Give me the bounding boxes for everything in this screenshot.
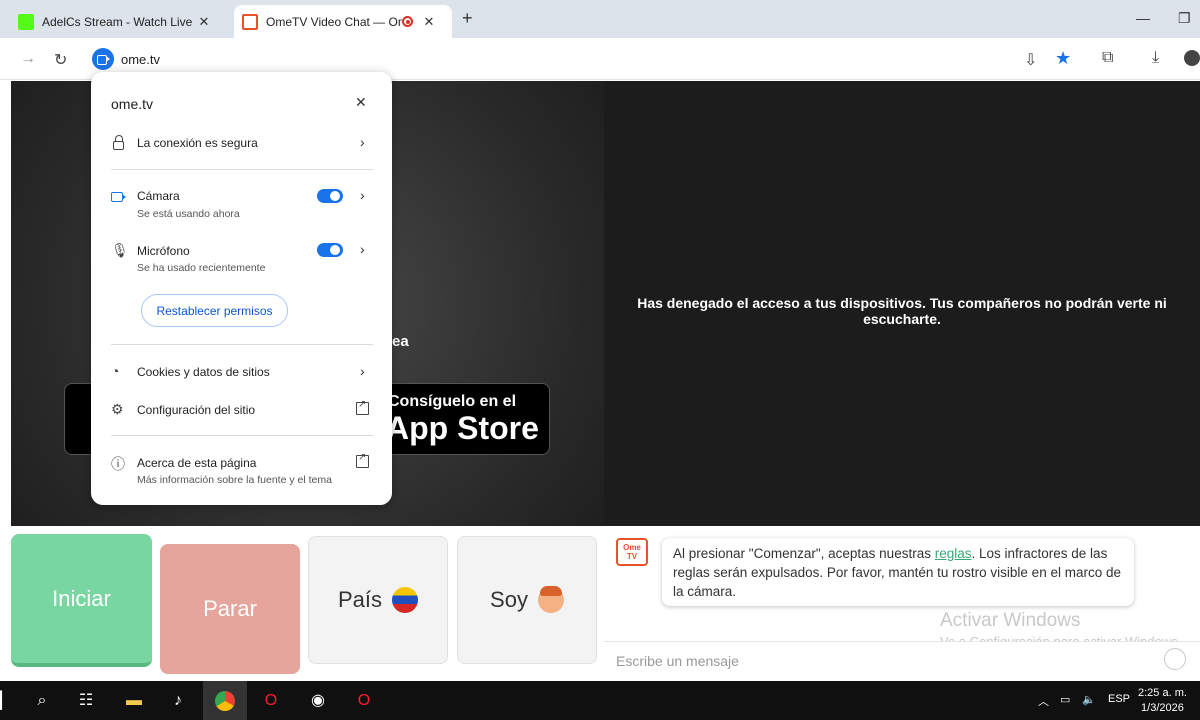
tab-title: OmeTV Video Chat — Ome: [266, 14, 402, 29]
divider: [111, 435, 373, 436]
opera-gx-icon[interactable]: O: [354, 691, 374, 711]
app-store-small-text: Consíguelo en el: [388, 393, 517, 410]
boy-face-icon: [537, 586, 564, 613]
cookie-icon: ◔: [111, 363, 120, 379]
gender-label: Soy: [490, 587, 528, 612]
ometv-favicon-icon: [242, 13, 258, 30]
divider: [111, 344, 373, 345]
close-icon[interactable]: ✕: [194, 14, 214, 30]
google-play-badge[interactable]: [64, 383, 94, 455]
network-icon[interactable]: ▭: [1060, 693, 1070, 706]
country-button[interactable]: País: [308, 536, 448, 664]
clock-date: 1/3/2026: [1141, 702, 1184, 714]
start-button[interactable]: Iniciar: [11, 534, 152, 667]
popup-site-title: ome.tv: [111, 96, 154, 112]
start-icon[interactable]: ▌: [0, 691, 12, 711]
install-app-icon[interactable]: ⇩: [1024, 50, 1037, 70]
microphone-toggle[interactable]: [317, 243, 343, 257]
app-store-big-text: App Store: [386, 410, 539, 446]
info-icon: ⓘ: [111, 456, 125, 472]
tab-adelcs[interactable]: AdelCs Stream - Watch Live on ✕: [18, 5, 228, 38]
restore-icon[interactable]: ❐: [1178, 10, 1191, 27]
search-icon[interactable]: ⌕: [32, 691, 52, 711]
camera-toggle[interactable]: [317, 189, 343, 203]
rules-message: Al presionar "Comenzar", aceptas nuestra…: [662, 538, 1134, 606]
minimize-icon[interactable]: —: [1136, 10, 1150, 26]
reload-icon[interactable]: ↻: [54, 50, 67, 70]
url-text[interactable]: ome.tv: [121, 52, 160, 67]
camera-status: Se está usando ahora: [137, 208, 240, 220]
denied-message: Has denegado el acceso a tus dispositivo…: [637, 295, 1167, 327]
extensions-icon[interactable]: ⧉: [1102, 49, 1113, 67]
site-settings-label: Configuración del sitio: [137, 403, 256, 417]
tab-title: AdelCs Stream - Watch Live on: [42, 14, 194, 29]
obs-icon[interactable]: ◉: [308, 691, 328, 711]
gender-button[interactable]: Soy: [457, 536, 597, 664]
emoji-icon[interactable]: [1164, 648, 1186, 670]
task-view-icon[interactable]: ☷: [76, 691, 96, 711]
gear-icon: ⚙: [111, 401, 124, 417]
external-link-icon: [356, 452, 369, 468]
close-icon[interactable]: ✕: [355, 94, 367, 111]
about-sub: Más información sobre la fuente y el tem…: [137, 474, 332, 486]
microphone-row[interactable]: 🎙 Micrófono Se ha usado recientemente ›: [111, 241, 373, 278]
opera-icon[interactable]: O: [261, 691, 281, 711]
microphone-status: Se ha usado recientemente: [137, 262, 266, 274]
file-explorer-icon[interactable]: ▬: [124, 691, 144, 711]
chevron-right-icon: ›: [360, 363, 365, 379]
clock-time: 2:25 a. m.: [1138, 687, 1187, 699]
connection-label: La conexión es segura: [137, 136, 258, 150]
bookmark-star-icon[interactable]: ★: [1055, 48, 1071, 69]
about-page-row[interactable]: ⓘ Acerca de esta página Más información …: [111, 452, 373, 490]
partial-text: ea: [392, 333, 409, 350]
site-settings-row[interactable]: ⚙ Configuración del sitio: [111, 399, 373, 421]
chevron-right-icon[interactable]: ›: [360, 187, 365, 203]
camera-icon: [111, 192, 126, 202]
volume-icon[interactable]: 🔈: [1082, 693, 1096, 706]
lock-icon: [113, 135, 124, 150]
tray-chevron-up-icon[interactable]: ︿: [1038, 693, 1049, 709]
reset-permissions-button[interactable]: Restablecer permisos: [141, 294, 288, 327]
about-label: Acerca de esta página: [137, 456, 257, 470]
clock[interactable]: 2:25 a. m. 1/3/2026: [1138, 686, 1187, 716]
site-info-camera-icon[interactable]: [92, 48, 114, 70]
tiktok-icon[interactable]: ♪: [168, 691, 188, 711]
venezuela-flag-icon: [392, 587, 419, 613]
stop-label: Parar: [203, 596, 257, 621]
profile-avatar[interactable]: [1184, 50, 1200, 66]
camera-row[interactable]: Cámara Se está usando ahora ›: [111, 187, 373, 224]
message-input[interactable]: [604, 641, 1200, 679]
chevron-right-icon: ›: [360, 134, 365, 150]
country-label: País: [337, 587, 383, 612]
close-icon[interactable]: ✕: [419, 14, 439, 30]
cookies-label: Cookies y datos de sitios: [137, 365, 270, 379]
kick-favicon-icon: [18, 13, 34, 30]
microphone-icon: 🎙: [111, 242, 129, 258]
ometv-logo-icon: Ome TV: [616, 538, 648, 566]
site-info-popup: ome.tv ✕ La conexión es segura › Cámara …: [91, 72, 392, 505]
stop-button[interactable]: Parar: [160, 544, 300, 674]
tab-ometv[interactable]: OmeTV Video Chat — Ome ✕: [234, 5, 452, 38]
new-tab-icon[interactable]: +: [462, 8, 473, 29]
rules-link[interactable]: reglas: [935, 546, 972, 561]
chevron-right-icon[interactable]: ›: [360, 241, 365, 257]
language-indicator[interactable]: ESP: [1108, 693, 1130, 705]
external-link-icon: [356, 399, 369, 415]
rules-pre: Al presionar "Comenzar", aceptas nuestra…: [673, 546, 935, 561]
camera-label: Cámara: [137, 189, 180, 203]
start-label: Iniciar: [52, 585, 111, 611]
recording-icon: [402, 16, 413, 27]
activate-windows-title: Activar Windows: [940, 610, 1081, 631]
forward-icon[interactable]: →: [20, 50, 36, 68]
cookies-row[interactable]: ◔ Cookies y datos de sitios ›: [111, 363, 373, 383]
microphone-label: Micrófono: [137, 244, 190, 258]
download-icon[interactable]: ⤓: [1152, 49, 1159, 67]
connection-row[interactable]: La conexión es segura ›: [111, 134, 373, 154]
chrome-icon[interactable]: [215, 691, 235, 711]
omnibox[interactable]: [88, 44, 1088, 74]
divider: [111, 169, 373, 170]
